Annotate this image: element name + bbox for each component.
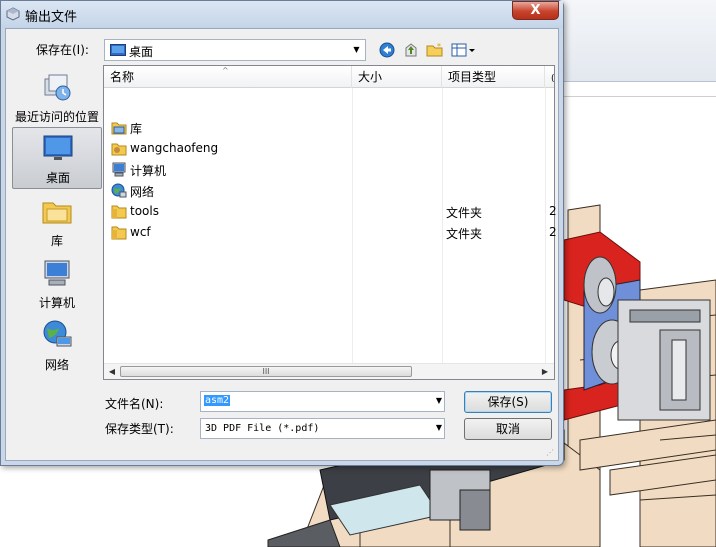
back-button[interactable] [376, 39, 398, 61]
view-menu-icon [451, 43, 475, 57]
computer-icon [112, 162, 126, 177]
chevron-down-icon[interactable]: ▼ [436, 423, 442, 432]
place-network[interactable]: 网络 [12, 315, 102, 377]
file-name: 计算机 [130, 164, 167, 178]
close-button[interactable]: X [512, 1, 559, 20]
back-arrow-icon [379, 42, 395, 58]
place-label: 桌面 [45, 171, 70, 185]
up-folder-button[interactable] [400, 39, 422, 61]
scroll-right-icon[interactable]: ▶ [538, 365, 552, 379]
place-libraries[interactable]: 库 [12, 191, 102, 253]
filetype-label: 保存类型(T): [105, 422, 174, 436]
user-folder-icon [111, 143, 127, 156]
scroll-left-icon[interactable]: ◀ [105, 365, 119, 379]
place-recent[interactable]: 最近访问的位置 [12, 67, 102, 129]
file-extra: 2 [549, 204, 557, 218]
save-button[interactable]: 保存(S) [464, 391, 552, 413]
new-folder-button[interactable]: * [424, 39, 446, 61]
place-label: 库 [50, 234, 63, 248]
column-header-type[interactable]: 项目类型 [442, 66, 545, 88]
filename-label: 文件名(N): [105, 397, 164, 411]
column-type-label: 项目类型 [448, 70, 497, 84]
computer-icon [44, 260, 70, 286]
file-name: 网络 [130, 185, 155, 199]
chevron-down-icon[interactable]: ▼ [348, 40, 365, 60]
filename-input[interactable]: asm2 [204, 395, 231, 406]
column-header-extra[interactable]: ( [545, 66, 555, 88]
file-type: 文件夹 [446, 227, 483, 241]
view-menu-button[interactable] [449, 39, 479, 61]
place-label: 网络 [44, 358, 69, 372]
dialog-body: 保存在(I): 桌面 ▼ * 最近访问的位置 桌面 库 计算机 网络 名称 ^ … [5, 28, 559, 461]
desktop-icon [110, 44, 126, 56]
filetype-value: 3D PDF File (*.pdf) [205, 423, 320, 434]
scrollbar-thumb[interactable]: III [120, 366, 412, 377]
file-row[interactable]: tools 文件夹 2 [104, 202, 557, 222]
app-logo-icon [6, 7, 20, 21]
file-row[interactable]: 库 [104, 118, 554, 138]
place-label: 最近访问的位置 [14, 110, 99, 124]
cancel-button[interactable]: 取消 [464, 418, 552, 440]
svg-text:*: * [437, 42, 441, 51]
file-name: 库 [130, 122, 143, 136]
column-name-label: 名称 [110, 70, 135, 84]
file-extra: 2 [549, 225, 557, 239]
column-header-size[interactable]: 大小 [352, 66, 442, 88]
sort-ascending-icon: ^ [222, 66, 229, 75]
dialog-title: 输出文件 [25, 10, 78, 25]
file-row[interactable]: wcf 文件夹 2 [104, 223, 557, 243]
file-type: 文件夹 [446, 206, 483, 220]
dialog-titlebar[interactable]: 输出文件 X [1, 1, 563, 28]
place-desktop[interactable]: 桌面 [12, 127, 102, 189]
file-name: wcf [130, 225, 151, 239]
folder-icon [111, 226, 127, 240]
file-list[interactable]: 名称 ^ 大小 项目类型 (库 wangchaofeng 计算机 网络 too… [103, 65, 557, 380]
horizontal-scrollbar[interactable]: ◀ III ▶ [104, 363, 554, 379]
place-label: 计算机 [38, 296, 75, 310]
desktop-icon [43, 135, 73, 160]
network-icon [43, 320, 72, 347]
column-extra-label: ( [551, 74, 555, 84]
resize-grip-icon[interactable]: ⋰ [546, 448, 556, 458]
filetype-combo[interactable]: 3D PDF File (*.pdf) ▼ [200, 418, 445, 439]
save-dialog: 输出文件 X 保存在(I): 桌面 ▼ * 最近访问的位置 桌面 库 计算机 网… [0, 0, 564, 466]
up-folder-icon [405, 43, 417, 57]
library-icon [111, 122, 127, 135]
filename-combo[interactable]: asm2 ▼ [200, 391, 445, 412]
file-list-header: 名称 ^ 大小 项目类型 ( [104, 66, 555, 88]
file-row[interactable]: 网络 [104, 181, 554, 201]
save-in-label: 保存在(I): [36, 43, 89, 57]
file-row[interactable]: wangchaofeng [104, 139, 554, 159]
file-name: wangchaofeng [130, 141, 219, 155]
column-header-name[interactable]: 名称 ^ [104, 66, 352, 88]
new-folder-icon: * [426, 42, 443, 57]
file-name: tools [130, 204, 159, 218]
folder-icon [111, 205, 127, 219]
save-location-value: 桌面 [129, 45, 154, 59]
column-size-label: 大小 [358, 70, 383, 84]
recent-places-icon [44, 74, 71, 101]
chevron-down-icon[interactable]: ▼ [436, 396, 442, 405]
place-computer[interactable]: 计算机 [12, 253, 102, 315]
network-icon [111, 183, 127, 198]
libraries-icon [42, 202, 72, 224]
places-bar: 最近访问的位置 桌面 库 计算机 网络 [10, 61, 104, 372]
file-row[interactable]: 计算机 [104, 160, 554, 180]
save-location-combo[interactable]: 桌面 ▼ [104, 39, 366, 61]
